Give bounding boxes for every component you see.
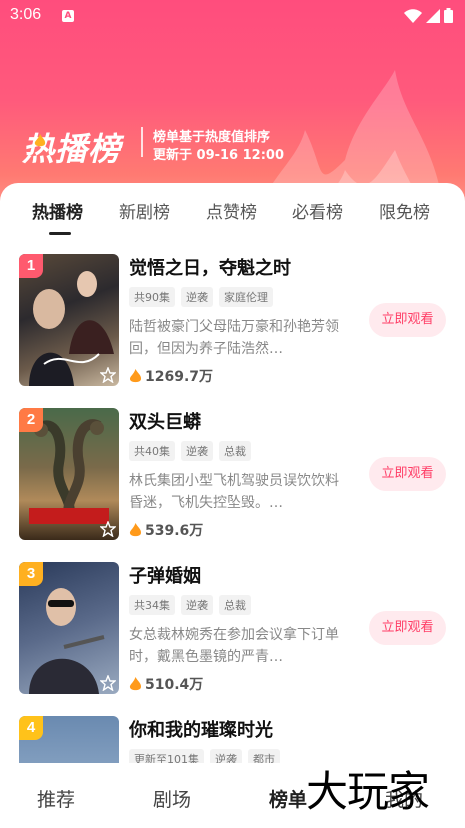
status-icons	[404, 8, 453, 23]
update-time: 更新于 09-16 12:00	[153, 148, 285, 163]
drama-tags: 共34集 逆袭 总裁	[129, 595, 251, 615]
list-item[interactable]: 1 觉悟之日，夺魁之时 共90集 逆袭 家庭伦理 陆哲被豪门父母陆万豪和孙艳芳领…	[0, 254, 465, 394]
tab-free[interactable]: 限免榜	[379, 198, 430, 223]
fire-icon	[34, 134, 46, 147]
ranking-description: 榜单基于热度值排序	[153, 130, 271, 145]
nav-rankings[interactable]: 榜单	[269, 785, 307, 812]
active-tab-indicator	[49, 232, 71, 235]
drama-description: 陆哲被豪门父母陆万豪和孙艳芳领回，但因为养子陆浩然…	[129, 319, 339, 357]
episode-tag: 共40集	[129, 441, 175, 461]
wifi-icon	[404, 8, 422, 23]
watch-now-button[interactable]: 立即观看	[369, 457, 446, 491]
watch-now-button[interactable]: 立即观看	[369, 611, 446, 645]
fire-icon	[129, 676, 142, 690]
nav-recommend[interactable]: 推荐	[37, 785, 75, 812]
genre-tag: 总裁	[219, 441, 251, 461]
heat-score: 510.4万	[129, 674, 203, 694]
rank-badge: 2	[19, 408, 43, 432]
heat-score: 1269.7万	[129, 366, 213, 386]
ranking-tabs: 热播榜 新剧榜 点赞榜 必看榜 限免榜	[0, 198, 465, 228]
favorite-star-icon[interactable]	[100, 675, 116, 691]
list-item[interactable]: 3 子弹婚姻 共34集 逆袭 总裁 女总裁林婉秀在参加会议拿下订单时，戴黑色墨镜…	[0, 562, 465, 702]
status-bar: 3:06 A	[0, 0, 465, 32]
rank-badge: 4	[19, 716, 43, 740]
fire-icon	[129, 368, 142, 382]
drama-tags: 更新至101集 逆袭 都市	[129, 749, 280, 763]
genre-tag: 家庭伦理	[219, 287, 273, 307]
drama-title[interactable]: 你和我的璀璨时光	[129, 716, 273, 742]
episode-tag: 共90集	[129, 287, 175, 307]
genre-tag: 都市	[248, 749, 280, 763]
tab-new[interactable]: 新剧榜	[119, 198, 170, 223]
drama-title[interactable]: 觉悟之日，夺魁之时	[129, 254, 291, 280]
drama-tags: 共40集 逆袭 总裁	[129, 441, 251, 461]
nav-theater[interactable]: 剧场	[153, 785, 191, 812]
tab-hot[interactable]: 热播榜	[32, 198, 83, 223]
drama-poster[interactable]: 3	[19, 562, 119, 694]
favorite-star-icon[interactable]	[100, 367, 116, 383]
battery-icon	[444, 8, 453, 23]
heat-value: 1269.7万	[145, 369, 214, 385]
drama-poster[interactable]: 4	[19, 716, 119, 763]
rank-badge: 3	[19, 562, 43, 586]
drama-tags: 共90集 逆袭 家庭伦理	[129, 287, 273, 307]
list-item[interactable]: 4 你和我的璀璨时光 更新至101集 逆袭 都市	[0, 716, 465, 763]
tab-likes[interactable]: 点赞榜	[206, 198, 257, 223]
episode-tag: 更新至101集	[129, 749, 204, 763]
drama-description: 女总裁林婉秀在参加会议拿下订单时，戴黑色墨镜的严青…	[129, 627, 339, 665]
app-notification-icon: A	[62, 10, 74, 22]
signal-icon	[426, 8, 440, 23]
heat-score: 539.6万	[129, 520, 203, 540]
genre-tag: 总裁	[219, 595, 251, 615]
drama-description: 林氏集团小型飞机驾驶员误饮饮料昏迷，飞机失控坠毁。…	[129, 473, 339, 511]
heat-value: 510.4万	[145, 677, 204, 693]
fire-icon	[129, 522, 142, 536]
status-time: 3:06	[10, 6, 42, 23]
heat-value: 539.6万	[145, 523, 204, 539]
drama-poster[interactable]: 2	[19, 408, 119, 540]
watermark: 大玩家	[306, 767, 430, 816]
drama-title[interactable]: 双头巨蟒	[129, 408, 201, 434]
title-divider	[141, 127, 143, 157]
genre-tag: 逆袭	[210, 749, 242, 763]
drama-poster[interactable]: 1	[19, 254, 119, 386]
episode-tag: 共34集	[129, 595, 175, 615]
genre-tag: 逆袭	[181, 441, 213, 461]
list-item[interactable]: 2 双头巨蟒 共40集 逆袭 总裁 林氏集团小型飞机驾驶员误饮饮料昏迷，飞机失控…	[0, 408, 465, 548]
favorite-star-icon[interactable]	[100, 521, 116, 537]
tab-must-watch[interactable]: 必看榜	[292, 198, 343, 223]
genre-tag: 逆袭	[181, 287, 213, 307]
rank-badge: 1	[19, 254, 43, 278]
genre-tag: 逆袭	[181, 595, 213, 615]
watch-now-button[interactable]: 立即观看	[369, 303, 446, 337]
drama-title[interactable]: 子弹婚姻	[129, 562, 201, 588]
